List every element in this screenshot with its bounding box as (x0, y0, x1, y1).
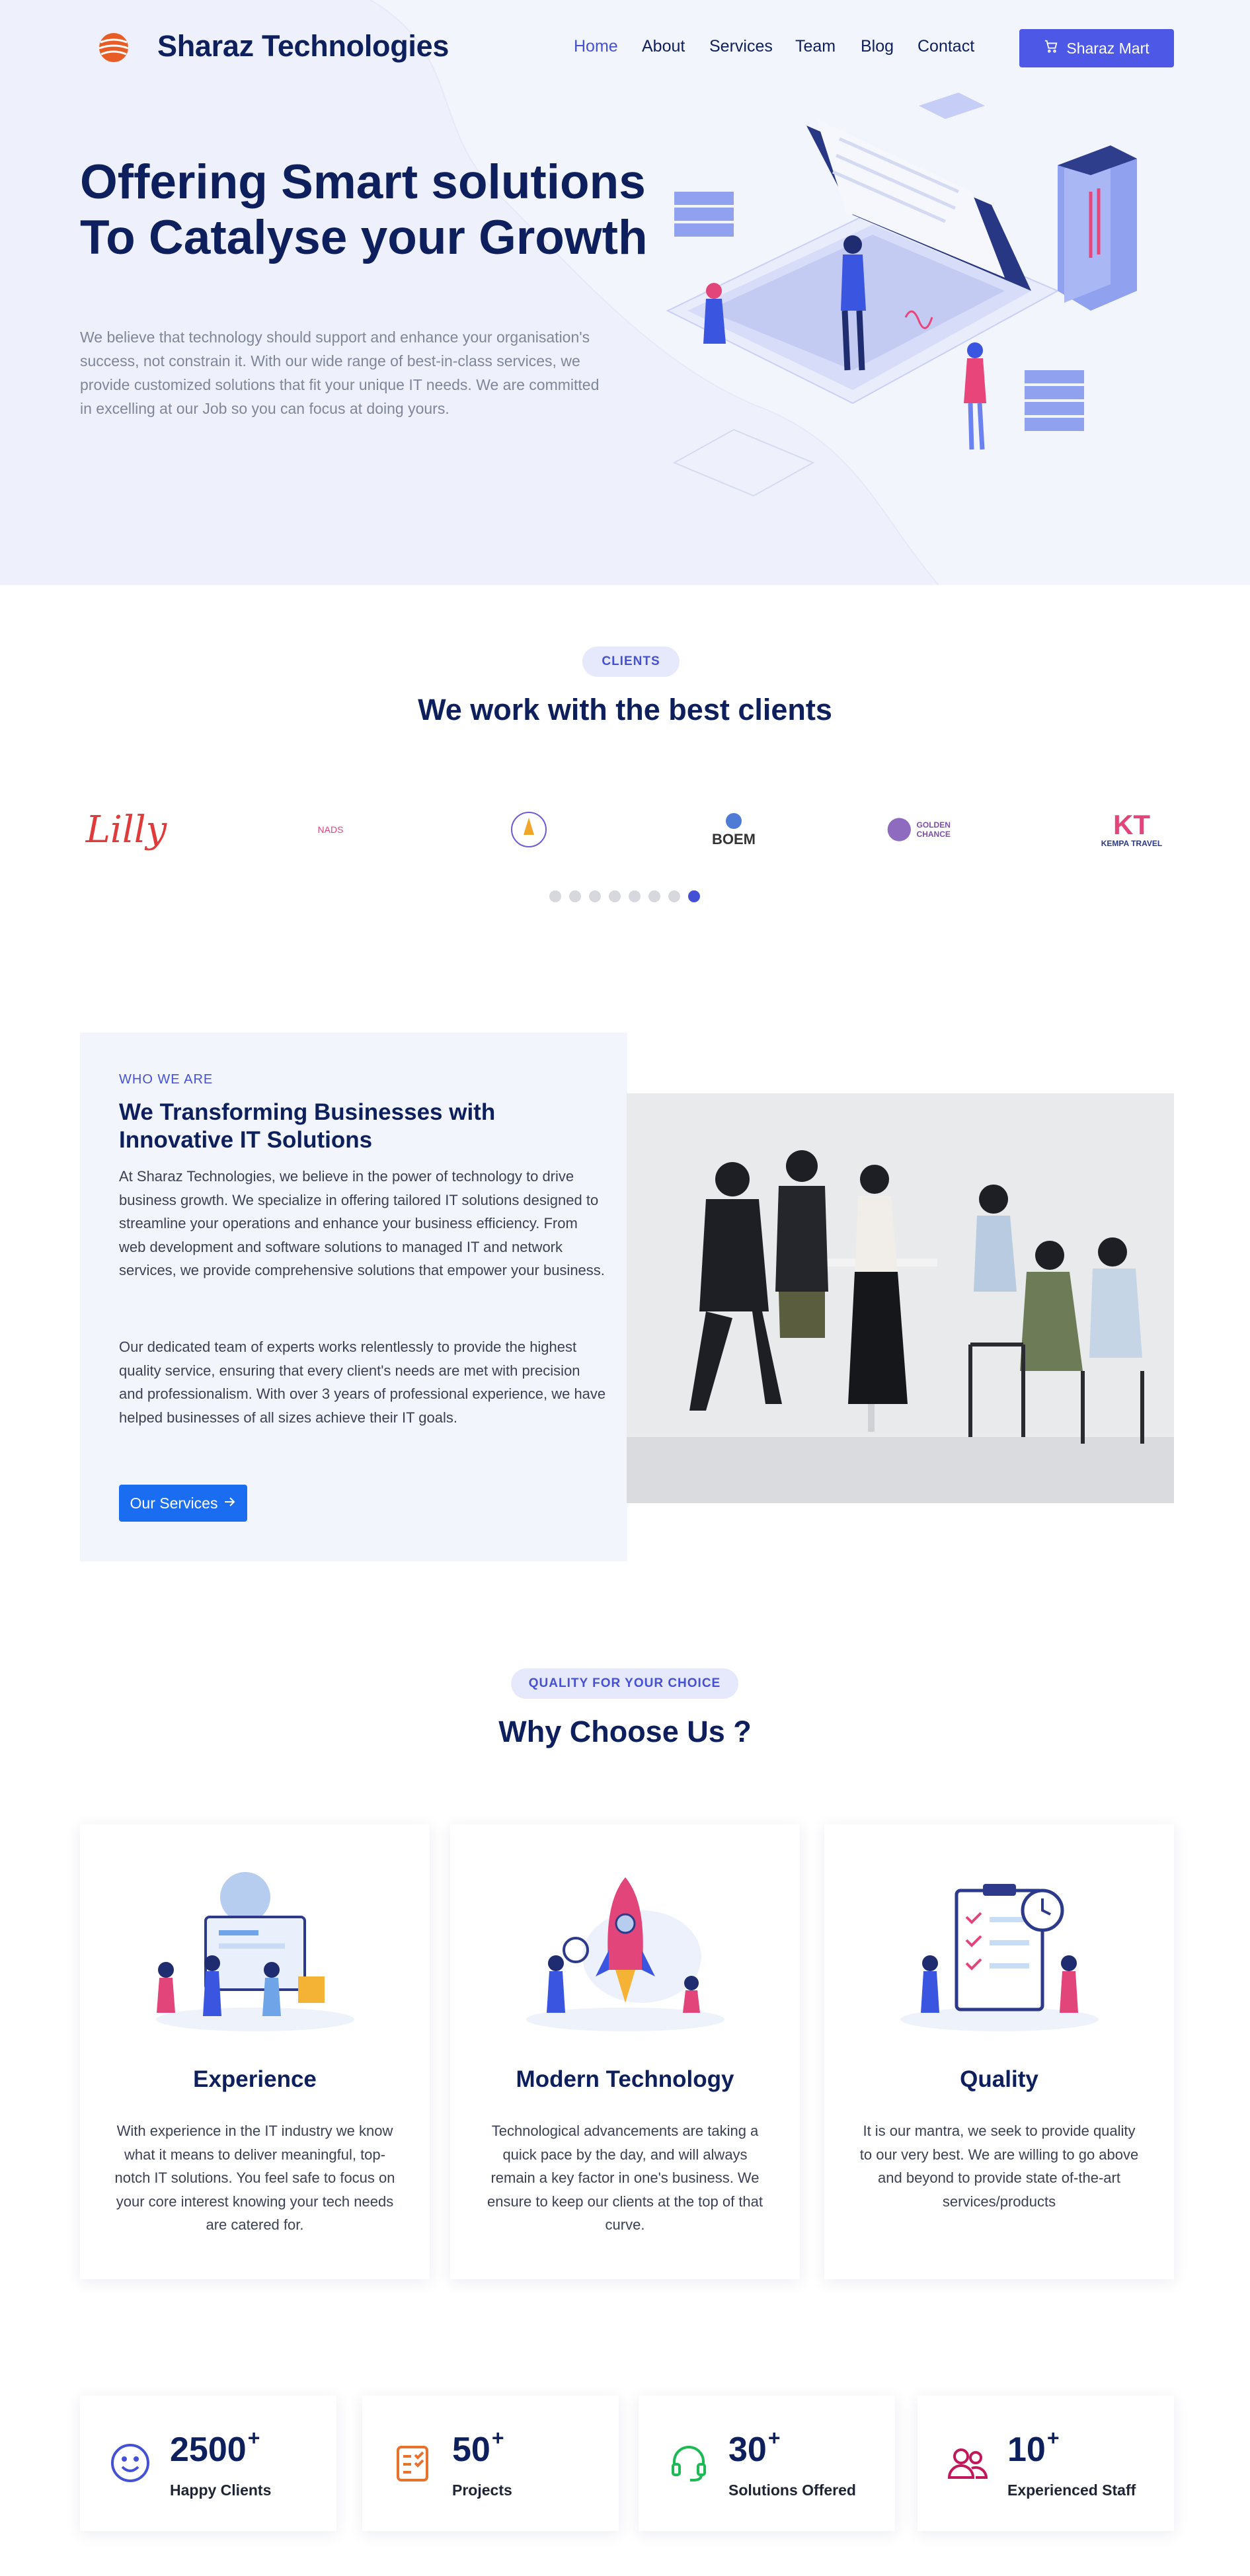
card-text-quality: It is our mantra, we seek to provide qua… (859, 2123, 1139, 2210)
boem-mark-icon (726, 813, 742, 829)
card-title-experience: Experience (193, 2066, 317, 2092)
card-title-quality: Quality (960, 2066, 1038, 2092)
feature-card-quality: Quality It is our mantra, we seek to pro… (824, 1824, 1174, 2279)
client-logo-3[interactable] (502, 803, 555, 856)
stat-number-projects: 50+ (452, 2426, 504, 2469)
globe-logo-icon[interactable] (97, 30, 131, 65)
why-title: Why Choose Us ? (498, 1715, 752, 1748)
client-logo-golden-chance[interactable]: GOLDEN CHANCE (886, 803, 978, 856)
carousel-dot-2[interactable] (569, 890, 581, 902)
smile-icon (109, 2442, 151, 2484)
why-badge: QUALITY FOR YOUR CHOICE (511, 1668, 738, 1699)
nav-home[interactable]: Home (574, 37, 618, 56)
who-paragraph-2: Our dedicated team of experts works rele… (119, 1339, 606, 1426)
our-services-label: Our Services (130, 1494, 218, 1512)
stat-happy-clients: 2500+ Happy Clients (80, 2396, 336, 2531)
client-logo-boem[interactable]: BOEM (701, 803, 767, 856)
card-text-experience: With experience in the IT industry we kn… (114, 2123, 395, 2233)
stat-experienced-staff: 10+ Experienced Staff (918, 2396, 1174, 2531)
clients-title: We work with the best clients (418, 693, 832, 726)
hero-title: Offering Smart solutions To Catalyse you… (80, 155, 648, 264)
stat-label-happy-clients: Happy Clients (170, 2481, 272, 2499)
feature-card-modern-technology: Modern Technology Technological advancem… (450, 1824, 800, 2279)
client-logo-kempa[interactable]: KT KEMPA TRAVEL (1089, 803, 1174, 856)
hero-illustration (635, 93, 1177, 522)
who-paragraph-1: At Sharaz Technologies, we believe in th… (119, 1168, 605, 1278)
stat-number-solutions: 30+ (728, 2426, 781, 2469)
quality-illustration (884, 1871, 1114, 2036)
clients-badge: CLIENTS (582, 646, 680, 677)
hero-description: We believe that technology should suppor… (80, 329, 600, 417)
stat-label-projects: Projects (452, 2481, 512, 2499)
golden-chance-icon (887, 818, 911, 841)
who-eyebrow: WHO WE ARE (119, 1072, 214, 1087)
client-logo-nads[interactable]: NADS (294, 803, 367, 856)
carousel-dot-4[interactable] (609, 890, 621, 902)
carousel-dot-6[interactable] (648, 890, 660, 902)
feature-card-experience: Experience With experience in the IT ind… (80, 1824, 430, 2279)
stat-number-happy-clients: 2500+ (170, 2426, 260, 2469)
card-title-modern-technology: Modern Technology (516, 2066, 734, 2092)
headset-icon (668, 2442, 710, 2484)
carousel-dot-5[interactable] (629, 890, 641, 902)
cart-icon (1044, 39, 1058, 58)
users-icon (947, 2442, 989, 2484)
stat-solutions-offered: 30+ Solutions Offered (639, 2396, 895, 2531)
our-services-button[interactable]: Our Services (119, 1485, 247, 1522)
carousel-dot-7[interactable] (668, 890, 680, 902)
card-text-modern-technology: Technological advancements are taking a … (487, 2123, 763, 2233)
carousel-dot-1[interactable] (549, 890, 561, 902)
checklist-icon (391, 2442, 434, 2484)
sharaz-mart-button[interactable]: Sharaz Mart (1019, 29, 1174, 67)
stat-label-solutions: Solutions Offered (728, 2481, 856, 2499)
client-logo-lilly[interactable]: Lilly (80, 803, 173, 856)
stat-number-staff: 10+ (1007, 2426, 1060, 2469)
brand-name[interactable]: Sharaz Technologies (157, 29, 449, 63)
who-title: We Transforming Businesses with Innovati… (119, 1099, 496, 1153)
stat-label-staff: Experienced Staff (1007, 2481, 1136, 2499)
arrow-right-icon (223, 1495, 236, 1512)
team-photo (627, 1093, 1174, 1503)
client-emblem-icon (511, 812, 547, 847)
nav-team[interactable]: Team (795, 37, 836, 56)
stat-projects: 50+ Projects (362, 2396, 619, 2531)
nav-contact[interactable]: Contact (918, 37, 974, 56)
nav-services[interactable]: Services (709, 37, 773, 56)
carousel-dot-3[interactable] (589, 890, 601, 902)
rocket-illustration (510, 1871, 740, 2036)
experience-illustration (139, 1871, 370, 2036)
nav-blog[interactable]: Blog (861, 37, 894, 56)
carousel-dot-8[interactable] (688, 890, 700, 902)
nav-about[interactable]: About (642, 37, 685, 56)
sharaz-mart-label: Sharaz Mart (1066, 39, 1150, 57)
